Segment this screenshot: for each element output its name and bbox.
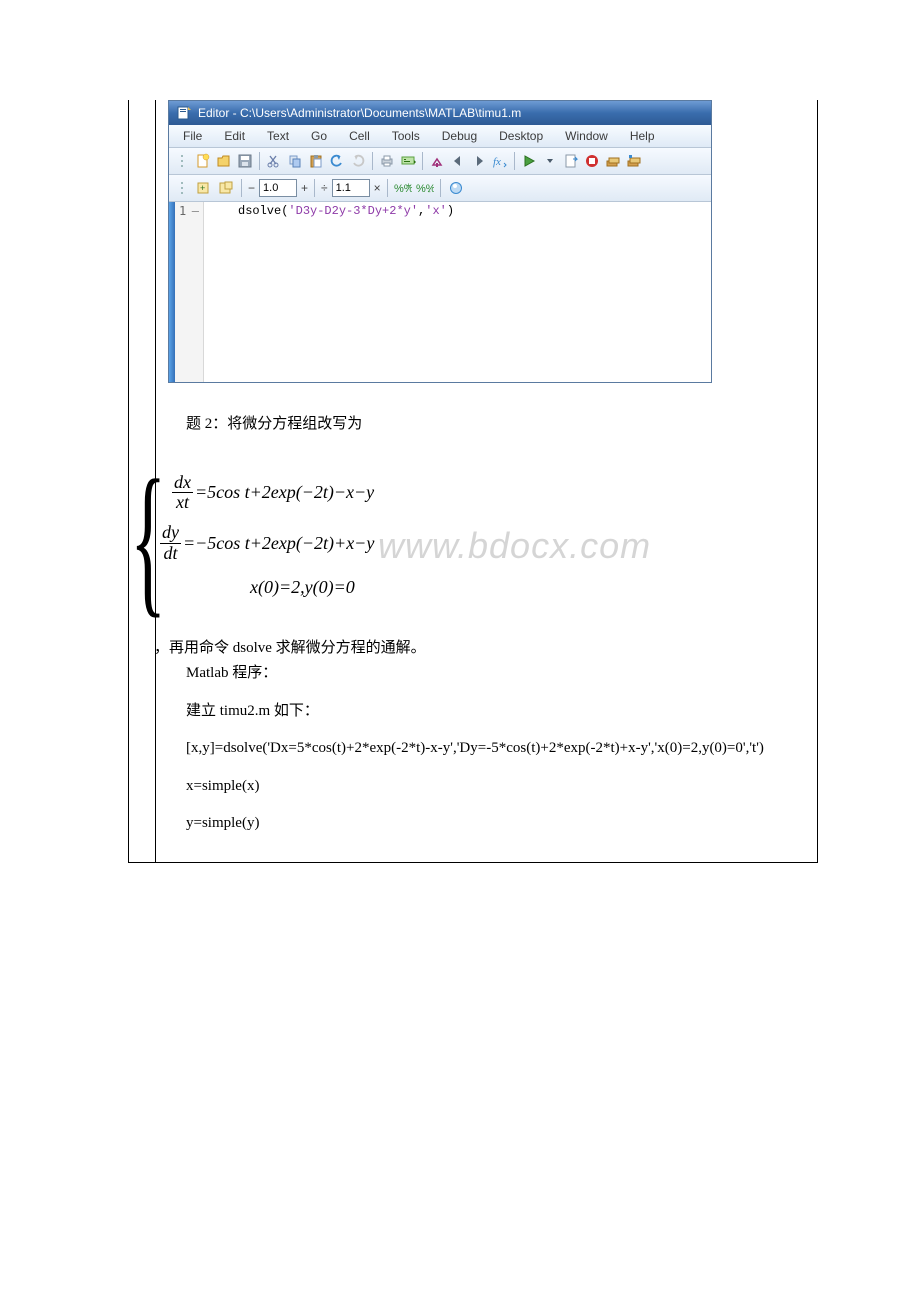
fraction-dx-xt: dx xt bbox=[172, 473, 193, 514]
matlab-editor-window: Editor - C:\Users\Administrator\Document… bbox=[168, 100, 712, 383]
titlebar: Editor - C:\Users\Administrator\Document… bbox=[169, 101, 711, 125]
stack-icon[interactable] bbox=[604, 152, 622, 170]
percent-up-icon[interactable]: %%+ bbox=[394, 179, 412, 197]
code-dash: – bbox=[192, 204, 199, 218]
divide-label[interactable]: ÷ bbox=[321, 181, 328, 195]
redo-icon[interactable] bbox=[349, 152, 367, 170]
separator-icon bbox=[440, 179, 441, 197]
print-icon[interactable] bbox=[378, 152, 396, 170]
menu-bar: File Edit Text Go Cell Tools Debug Deskt… bbox=[169, 125, 711, 148]
code-fn: dsolve bbox=[238, 204, 281, 218]
equation-3: x(0)=2,y(0)=0 bbox=[250, 574, 801, 601]
page-box: Editor - C:\Users\Administrator\Document… bbox=[128, 100, 818, 863]
inner-box: Editor - C:\Users\Administrator\Document… bbox=[155, 100, 817, 862]
menu-window[interactable]: Window bbox=[555, 127, 618, 145]
separator-icon bbox=[241, 179, 242, 197]
svg-text:-: - bbox=[428, 187, 431, 196]
body-text: 题 2：将微分方程组改写为 { dx xt =5cos t+2exp(−2t)−… bbox=[138, 413, 817, 835]
save-icon[interactable] bbox=[236, 152, 254, 170]
paragraph-1: ，再用命令 dsolve 求解微分方程的通解。 bbox=[154, 637, 801, 660]
menu-debug[interactable]: Debug bbox=[432, 127, 487, 145]
comment-icon[interactable] bbox=[399, 152, 417, 170]
equation-system: { dx xt =5cos t+2exp(−2t)−x−y www.bdocx.… bbox=[138, 451, 801, 615]
stack2-icon[interactable] bbox=[625, 152, 643, 170]
paragraph-3: 建立 timu2.m 如下： bbox=[186, 700, 801, 723]
menu-text[interactable]: Text bbox=[257, 127, 299, 145]
undo-icon[interactable] bbox=[328, 152, 346, 170]
menu-edit[interactable]: Edit bbox=[214, 127, 255, 145]
equation-1: dx xt =5cos t+2exp(−2t)−x−y bbox=[170, 473, 801, 514]
question-2-label: 题 2：将微分方程组改写为 bbox=[186, 413, 801, 436]
cell-value-1[interactable]: 1.0 bbox=[259, 179, 297, 197]
cell-plus-icon[interactable]: + bbox=[195, 179, 213, 197]
eq1-rhs: =5cos t+2exp(−2t)−x−y bbox=[195, 479, 374, 506]
gutter: 1 – bbox=[175, 202, 204, 382]
line-number: 1 bbox=[179, 204, 186, 218]
toolbar-2: + − 1.0 + ÷ 1.1 × %%+ %%- bbox=[169, 175, 711, 202]
separator-icon bbox=[514, 152, 515, 170]
times-label[interactable]: × bbox=[374, 181, 381, 195]
code-area[interactable]: dsolve('D3y-D2y-3*Dy+2*y','x') bbox=[204, 202, 464, 382]
eq3-text: x(0)=2,y(0)=0 bbox=[250, 574, 355, 601]
svg-text:+: + bbox=[200, 183, 205, 193]
paragraph-2: Matlab 程序： bbox=[186, 662, 801, 685]
paragraph-6: y=simple(y) bbox=[186, 812, 801, 835]
menu-help[interactable]: Help bbox=[620, 127, 665, 145]
editor-icon bbox=[175, 104, 193, 122]
paste-icon[interactable] bbox=[307, 152, 325, 170]
paragraph-4: [x,y]=dsolve('Dx=5*cos(t)+2*exp(-2*t)-x-… bbox=[154, 737, 801, 760]
menu-cell[interactable]: Cell bbox=[339, 127, 380, 145]
menu-go[interactable]: Go bbox=[301, 127, 337, 145]
editor-body: 1 – dsolve('D3y-D2y-3*Dy+2*y','x') bbox=[169, 202, 711, 382]
back-arrow-icon[interactable] bbox=[449, 152, 467, 170]
svg-text:%%: %% bbox=[416, 183, 434, 195]
code-str2: 'x' bbox=[425, 204, 447, 218]
percent-down-icon[interactable]: %%- bbox=[416, 179, 434, 197]
menu-file[interactable]: File bbox=[173, 127, 212, 145]
grip-icon bbox=[173, 152, 191, 170]
open-file-icon[interactable] bbox=[215, 152, 233, 170]
grip-icon bbox=[173, 179, 191, 197]
cut-icon[interactable] bbox=[265, 152, 283, 170]
cell-value-2[interactable]: 1.1 bbox=[332, 179, 370, 197]
find-icon[interactable] bbox=[428, 152, 446, 170]
paren-close: ) bbox=[447, 204, 454, 218]
svg-text:+: + bbox=[406, 181, 411, 190]
paragraph-5: x=simple(x) bbox=[186, 775, 801, 798]
forward-arrow-icon[interactable] bbox=[470, 152, 488, 170]
separator-icon bbox=[422, 152, 423, 170]
plus-label[interactable]: + bbox=[301, 181, 308, 195]
svg-text:fx: fx bbox=[493, 156, 501, 168]
new-file-icon[interactable] bbox=[194, 152, 212, 170]
menu-tools[interactable]: Tools bbox=[382, 127, 430, 145]
separator-icon bbox=[259, 152, 260, 170]
info-icon[interactable] bbox=[447, 179, 465, 197]
title-text: Editor - C:\Users\Administrator\Document… bbox=[198, 106, 521, 120]
code-str1: 'D3y-D2y-3*Dy+2*y' bbox=[288, 204, 418, 218]
run-dropdown-icon[interactable] bbox=[541, 152, 559, 170]
minus-label[interactable]: − bbox=[248, 181, 255, 195]
eq2-rhs: =−5cos t+2exp(−2t)+x−y bbox=[183, 530, 374, 557]
separator-icon bbox=[372, 152, 373, 170]
cell-minus-icon[interactable] bbox=[217, 179, 235, 197]
separator-icon bbox=[314, 179, 315, 197]
fraction-dy-dt: dy dt bbox=[160, 523, 181, 564]
publish-icon[interactable] bbox=[562, 152, 580, 170]
watermark: www.bdocx.com bbox=[378, 519, 651, 573]
stop-icon[interactable] bbox=[583, 152, 601, 170]
equation-2: www.bdocx.com dy dt =−5cos t+2exp(−2t)+x… bbox=[158, 523, 801, 564]
toolbar-1: fx bbox=[169, 148, 711, 175]
run-icon[interactable] bbox=[520, 152, 538, 170]
copy-icon[interactable] bbox=[286, 152, 304, 170]
separator-icon bbox=[387, 179, 388, 197]
menu-desktop[interactable]: Desktop bbox=[489, 127, 553, 145]
fx-icon[interactable]: fx bbox=[491, 152, 509, 170]
